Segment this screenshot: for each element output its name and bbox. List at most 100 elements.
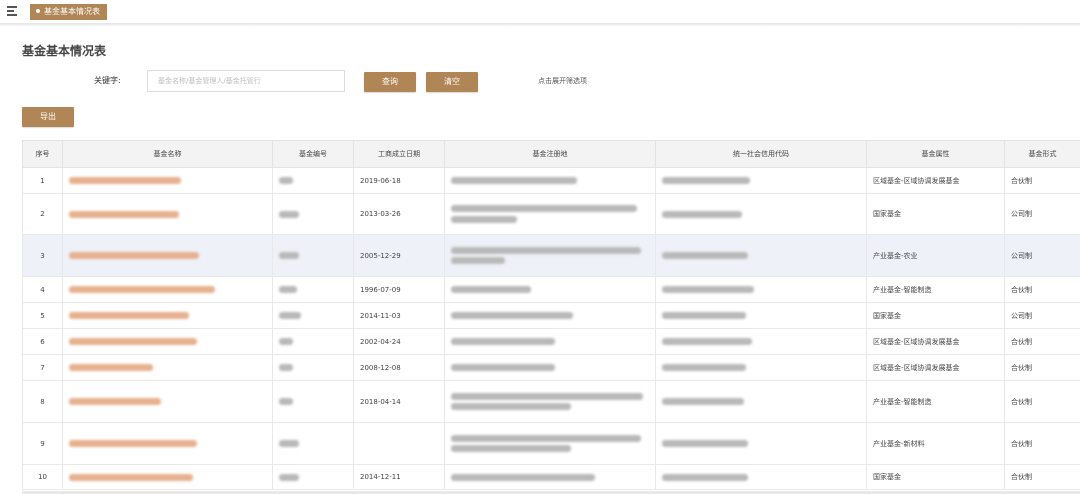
fund-name-link[interactable] bbox=[62, 302, 273, 329]
established-date-cell bbox=[353, 422, 445, 465]
search-button[interactable]: 查询 bbox=[364, 72, 416, 92]
fund-form-cell: 公司制 bbox=[1004, 234, 1080, 277]
established-date-cell: 2014-11-03 bbox=[353, 302, 445, 329]
row-index: 6 bbox=[22, 328, 63, 355]
fund-code-cell bbox=[272, 354, 354, 381]
tab-dot-icon bbox=[36, 8, 40, 13]
row-index: 7 bbox=[22, 354, 63, 381]
fund-code-cell bbox=[272, 193, 354, 235]
search-input[interactable] bbox=[147, 70, 345, 92]
registered-place-cell bbox=[444, 234, 656, 277]
row-index: 8 bbox=[22, 380, 63, 423]
fund-form-cell: 公司制 bbox=[1004, 193, 1080, 235]
table-row[interactable]: 8 2018-04-14 产业基金-智能制造 合伙制 bbox=[22, 380, 1080, 423]
fund-form-cell: 合伙制 bbox=[1004, 354, 1080, 381]
credit-code-cell bbox=[655, 167, 867, 194]
fund-attribute-cell: 国家基金 bbox=[866, 193, 1005, 235]
registered-place-cell bbox=[444, 422, 656, 465]
credit-code-cell bbox=[655, 328, 867, 355]
page-title: 基金基本情况表 bbox=[22, 44, 107, 58]
fund-attribute-cell: 区域基金-区域协调发展基金 bbox=[866, 167, 1005, 194]
table-row[interactable]: 6 2002-04-24 区域基金-区域协调发展基金 合伙制 bbox=[22, 328, 1080, 355]
fund-name-link[interactable] bbox=[62, 354, 273, 381]
fund-name-link[interactable] bbox=[62, 328, 273, 355]
row-index: 2 bbox=[22, 193, 63, 235]
fund-code-cell bbox=[272, 380, 354, 423]
table-header-row: 序号 基金名称 基金编号 工商成立日期 基金注册地 统一社会信用代码 基金属性 … bbox=[22, 140, 1080, 168]
col-header-fund-attribute[interactable]: 基金属性 bbox=[866, 140, 1005, 168]
fund-code-cell bbox=[272, 328, 354, 355]
table-row[interactable]: 5 2014-11-03 国家基金 公司制 bbox=[22, 302, 1080, 329]
established-date-cell: 2002-04-24 bbox=[353, 328, 445, 355]
fund-form-cell: 合伙制 bbox=[1004, 380, 1080, 423]
credit-code-cell bbox=[655, 193, 867, 235]
registered-place-cell bbox=[444, 464, 656, 490]
tab-fund-basic-info[interactable]: 基金基本情况表 bbox=[30, 4, 107, 20]
export-button[interactable]: 导出 bbox=[22, 107, 74, 127]
fund-form-cell: 合伙制 bbox=[1004, 167, 1080, 194]
table-row[interactable]: 7 2008-12-08 区域基金-区域协调发展基金 合伙制 bbox=[22, 354, 1080, 381]
fund-form-cell: 合伙制 bbox=[1004, 276, 1080, 303]
tab-label: 基金基本情况表 bbox=[44, 7, 100, 16]
row-index: 4 bbox=[22, 276, 63, 303]
row-index: 10 bbox=[22, 464, 63, 490]
fund-form-cell: 合伙制 bbox=[1004, 328, 1080, 355]
fund-name-link[interactable] bbox=[62, 276, 273, 303]
fund-code-cell bbox=[272, 464, 354, 490]
row-index: 9 bbox=[22, 422, 63, 465]
col-header-fund-form[interactable]: 基金形式 bbox=[1004, 140, 1080, 168]
row-index: 5 bbox=[22, 302, 63, 329]
fund-name-link[interactable] bbox=[62, 234, 273, 277]
fund-name-link[interactable] bbox=[62, 167, 273, 194]
table-row[interactable]: 9 产业基金-新材料 合伙制 bbox=[22, 422, 1080, 465]
fund-name-link[interactable] bbox=[62, 422, 273, 465]
registered-place-cell bbox=[444, 167, 656, 194]
registered-place-cell bbox=[444, 380, 656, 423]
fund-attribute-cell: 产业基金-农业 bbox=[866, 234, 1005, 277]
fund-name-link[interactable] bbox=[62, 193, 273, 235]
col-header-index[interactable]: 序号 bbox=[22, 140, 63, 168]
row-index: 1 bbox=[22, 167, 63, 194]
top-bar: 基金基本情况表 bbox=[0, 0, 1080, 26]
col-header-credit-code[interactable]: 统一社会信用代码 bbox=[655, 140, 867, 168]
credit-code-cell bbox=[655, 234, 867, 277]
col-header-registered-place[interactable]: 基金注册地 bbox=[444, 140, 656, 168]
col-header-fund-name[interactable]: 基金名称 bbox=[62, 140, 273, 168]
established-date-cell: 2008-12-08 bbox=[353, 354, 445, 381]
established-date-cell: 2018-04-14 bbox=[353, 380, 445, 423]
fund-attribute-cell: 区域基金-区域协调发展基金 bbox=[866, 354, 1005, 381]
established-date-cell: 1996-07-09 bbox=[353, 276, 445, 303]
fund-code-cell bbox=[272, 276, 354, 303]
clear-button[interactable]: 清空 bbox=[426, 72, 478, 92]
keyword-label: 关键字: bbox=[94, 76, 121, 85]
fund-table: 序号 基金名称 基金编号 工商成立日期 基金注册地 统一社会信用代码 基金属性 … bbox=[22, 140, 1080, 490]
topbar-divider bbox=[0, 23, 1080, 26]
credit-code-cell bbox=[655, 380, 867, 423]
col-header-established-date[interactable]: 工商成立日期 bbox=[353, 140, 445, 168]
fund-name-link[interactable] bbox=[62, 380, 273, 423]
fund-attribute-cell: 产业基金-智能制造 bbox=[866, 380, 1005, 423]
fund-attribute-cell: 产业基金-智能制造 bbox=[866, 276, 1005, 303]
registered-place-cell bbox=[444, 302, 656, 329]
table-row[interactable]: 10 2014-12-11 国家基金 合伙制 bbox=[22, 464, 1080, 490]
established-date-cell: 2014-12-11 bbox=[353, 464, 445, 490]
established-date-cell: 2019-06-18 bbox=[353, 167, 445, 194]
fund-code-cell bbox=[272, 167, 354, 194]
credit-code-cell bbox=[655, 276, 867, 303]
table-row[interactable]: 4 1996-07-09 产业基金-智能制造 合伙制 bbox=[22, 276, 1080, 303]
established-date-cell: 2013-03-26 bbox=[353, 193, 445, 235]
credit-code-cell bbox=[655, 302, 867, 329]
fund-name-link[interactable] bbox=[62, 464, 273, 490]
fund-form-cell: 合伙制 bbox=[1004, 464, 1080, 490]
fund-attribute-cell: 国家基金 bbox=[866, 464, 1005, 490]
table-row[interactable]: 2 2013-03-26 国家基金 公司制 bbox=[22, 193, 1080, 235]
col-header-fund-code[interactable]: 基金编号 bbox=[272, 140, 354, 168]
table-row[interactable]: 1 2019-06-18 区域基金-区域协调发展基金 合伙制 bbox=[22, 167, 1080, 194]
menu-toggle-icon[interactable] bbox=[7, 5, 19, 17]
expand-filters-link[interactable]: 点击展开筛选项 bbox=[538, 76, 587, 86]
fund-code-cell bbox=[272, 302, 354, 329]
fund-attribute-cell: 区域基金-区域协调发展基金 bbox=[866, 328, 1005, 355]
row-index: 3 bbox=[22, 234, 63, 277]
table-row[interactable]: 3 2005-12-29 产业基金-农业 公司制 bbox=[22, 234, 1080, 277]
credit-code-cell bbox=[655, 354, 867, 381]
